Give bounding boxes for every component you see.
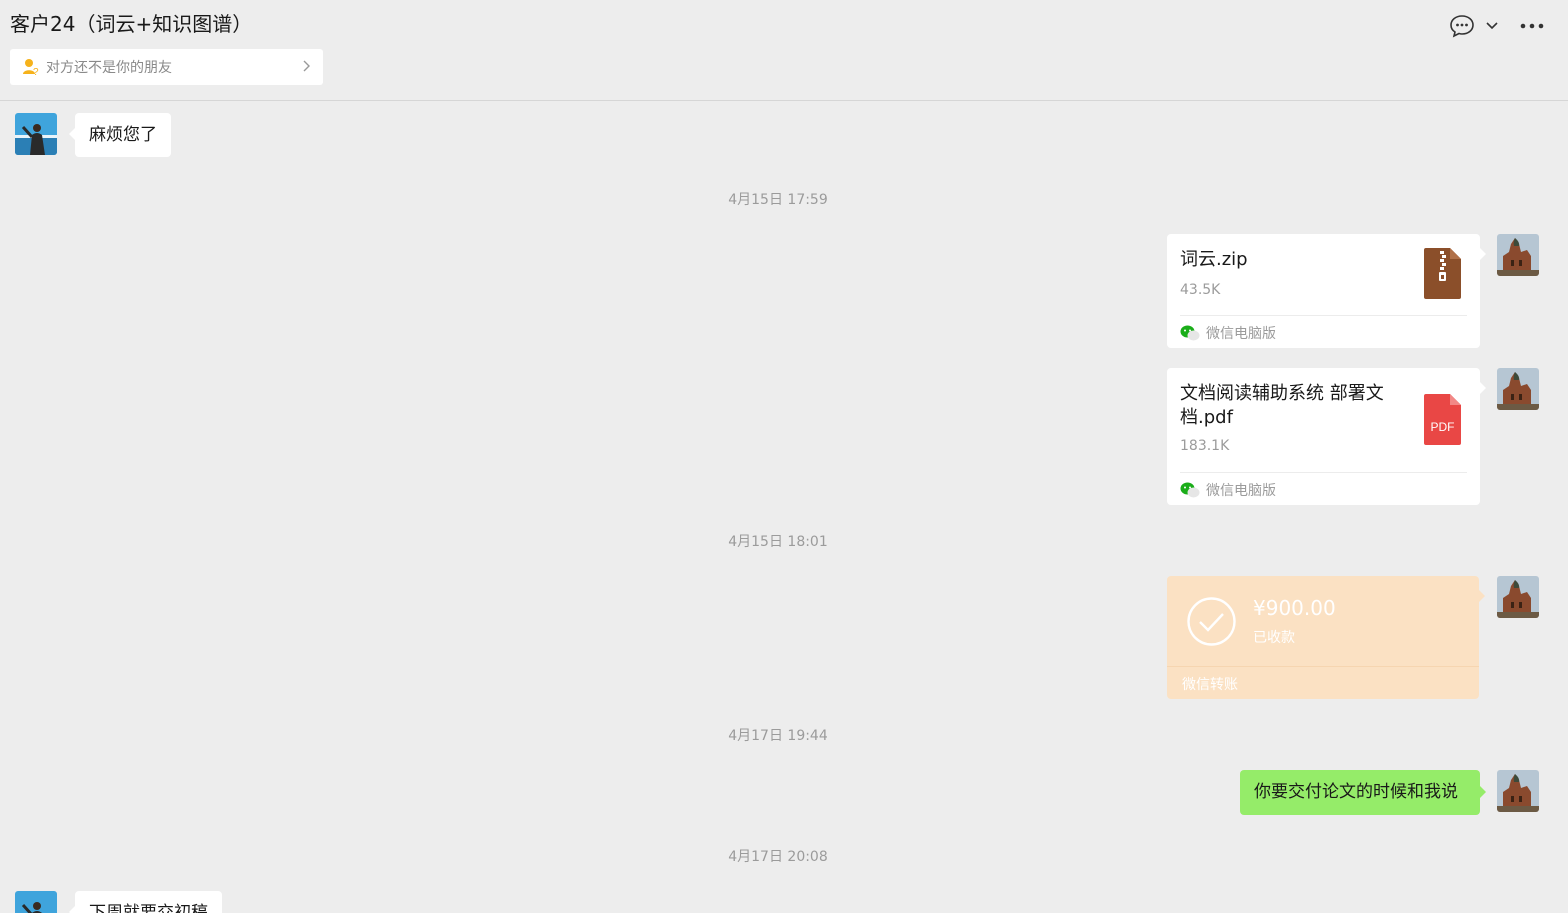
file-name: 词云.zip (1180, 249, 1248, 270)
chat-header: 客户24（词云+知识图谱） ? 对方还不是你的朋友 (0, 0, 1568, 101)
file-size: 43.5K (1180, 282, 1221, 298)
message-timestamp: 4月17日 20:08 (728, 849, 828, 865)
file-size: 183.1K (1180, 438, 1230, 454)
self-avatar[interactable] (1497, 770, 1539, 812)
file-source: 微信电脑版 (1180, 323, 1276, 343)
message-bubble-received[interactable]: 麻烦您了 (69, 113, 171, 157)
wechat-logo-icon (1180, 325, 1200, 341)
self-avatar[interactable] (1497, 368, 1539, 410)
wechat-logo-icon (1180, 482, 1200, 498)
transfer-status: 已收款 (1253, 630, 1295, 646)
contact-avatar-image (15, 891, 57, 913)
message-bubble-sent[interactable]: 你要交付论文的时候和我说 (1240, 770, 1486, 815)
friend-notice-text: 对方还不是你的朋友 (46, 60, 172, 76)
file-source-label: 微信电脑版 (1206, 483, 1276, 499)
transfer-amount: ¥900.00 (1253, 596, 1336, 620)
check-circle-icon (1187, 597, 1236, 646)
svg-text:?: ? (33, 67, 39, 76)
chat-title: 客户24（词云+知识图谱） (10, 12, 253, 36)
self-avatar-image (1497, 576, 1539, 618)
message-timestamp: 4月17日 19:44 (728, 728, 828, 744)
self-avatar[interactable] (1497, 234, 1539, 276)
file-message-card[interactable]: 文档阅读辅助系统 部署文档.pdf 183.1K PDF 微信电脑版 (1167, 368, 1486, 505)
chat-bubble-icon[interactable] (1449, 14, 1475, 38)
transfer-message-card[interactable]: ¥900.00 已收款 微信转账 (1167, 576, 1485, 699)
file-name: 文档阅读辅助系统 部署文档.pdf (1180, 383, 1384, 428)
file-message-card[interactable]: 词云.zip 43.5K 微信电脑版 (1167, 234, 1486, 348)
transfer-label: 微信转账 (1182, 677, 1238, 693)
chevron-down-icon[interactable] (1485, 19, 1499, 33)
pdf-icon-label: PDF (1431, 420, 1455, 434)
self-avatar-image (1497, 368, 1539, 410)
message-timestamp: 4月15日 17:59 (728, 192, 828, 208)
more-icon[interactable] (1519, 20, 1545, 32)
message-bubble-received[interactable]: 下周就要交初稿 (69, 891, 222, 913)
zip-file-icon (1424, 248, 1461, 299)
chevron-right-icon (303, 60, 310, 72)
self-avatar-image (1497, 770, 1539, 812)
self-avatar-image (1497, 234, 1539, 276)
add-friend-icon: ? (23, 59, 39, 76)
file-source-label: 微信电脑版 (1206, 326, 1276, 342)
self-avatar[interactable] (1497, 576, 1539, 618)
file-source: 微信电脑版 (1180, 480, 1276, 500)
card-divider (1180, 315, 1467, 316)
message-timestamp: 4月15日 18:01 (728, 534, 828, 550)
card-divider (1180, 472, 1467, 473)
contact-avatar[interactable] (15, 113, 57, 155)
card-divider (1167, 666, 1479, 667)
contact-avatar-image (15, 113, 57, 155)
pdf-file-icon: PDF (1424, 394, 1461, 445)
contact-avatar[interactable] (15, 891, 57, 913)
friend-notice-bar[interactable]: ? 对方还不是你的朋友 (10, 49, 323, 85)
